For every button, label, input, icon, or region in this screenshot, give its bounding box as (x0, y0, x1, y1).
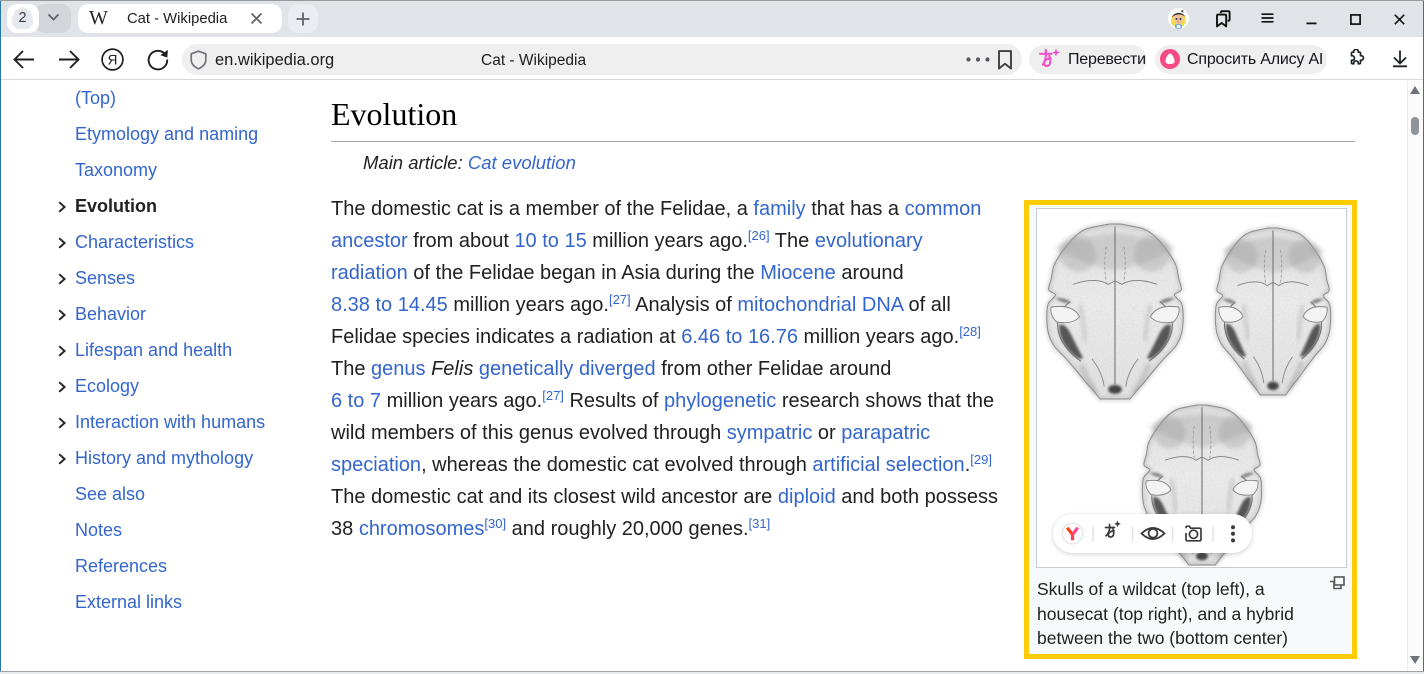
svg-text:Я: Я (108, 52, 118, 67)
